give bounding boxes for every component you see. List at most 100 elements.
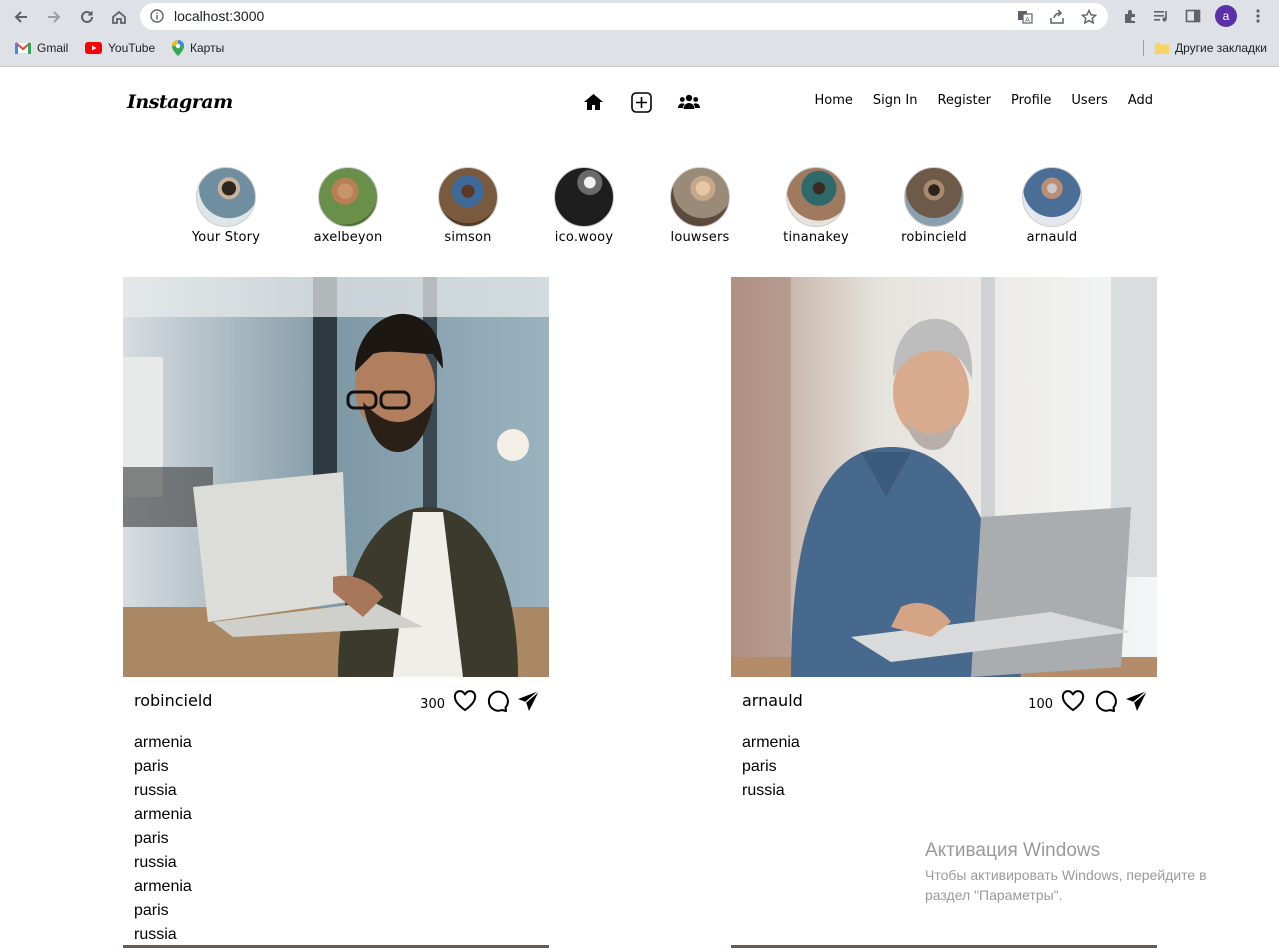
side-panel-icon[interactable] (1183, 6, 1203, 26)
post-tags: armenia paris russia armenia paris russi… (123, 731, 549, 947)
post-meta: robincield 300 (123, 677, 549, 721)
tag-item: paris (742, 758, 777, 775)
top-nav: Home Sign In Register Profile Users Add (815, 93, 1153, 108)
story-robincield[interactable]: robincield (884, 167, 984, 245)
header-icons (582, 91, 700, 113)
home-icon[interactable] (582, 91, 604, 113)
story-name: axelbeyon (313, 230, 383, 245)
post-author[interactable]: arnauld (742, 691, 803, 710)
post-photo[interactable] (731, 277, 1157, 677)
watermark-title: Активация Windows (925, 840, 1101, 861)
story-name: simson (444, 230, 492, 245)
tag-item: russia (134, 782, 177, 799)
story-avatar (904, 167, 964, 227)
bookmark-label: YouTube (108, 41, 156, 55)
story-arnauld[interactable]: arnauld (1002, 167, 1102, 245)
story-name: louwsers (670, 230, 730, 245)
youtube-icon (85, 42, 102, 54)
story-name: Your Story (191, 230, 261, 245)
browser-toolbar: localhost:3000 A a (0, 0, 1279, 33)
post-card: robincield 300 armenia paris russia arme… (123, 277, 549, 947)
home-button[interactable] (108, 6, 130, 28)
maps-icon (172, 40, 184, 56)
tag-item: armenia (742, 734, 800, 751)
story-your-story[interactable]: Your Story (176, 167, 276, 245)
heart-icon[interactable] (1061, 689, 1085, 712)
forward-button[interactable] (43, 6, 65, 28)
story-avatar (196, 167, 256, 227)
send-icon[interactable] (1125, 689, 1149, 712)
nav-users[interactable]: Users (1071, 93, 1107, 108)
tag-item: paris (134, 902, 169, 919)
info-icon[interactable] (150, 9, 164, 23)
stories-bar: Your Story axelbeyon simson ico.wooy lou… (0, 167, 1279, 257)
story-name: ico.wooy (554, 230, 614, 245)
story-avatar (1022, 167, 1082, 227)
bookmark-gmail[interactable]: Gmail (15, 40, 68, 56)
tag-item: russia (742, 782, 785, 799)
users-icon[interactable] (678, 91, 700, 113)
story-avatar (318, 167, 378, 227)
story-avatar (438, 167, 498, 227)
extensions-icon[interactable] (1120, 6, 1140, 26)
app-header: Instagram Home Sign In Register Profile … (123, 67, 1157, 137)
story-simson[interactable]: simson (418, 167, 518, 245)
like-count: 300 (420, 697, 445, 712)
tag-item: russia (134, 926, 177, 943)
tag-item: armenia (134, 806, 192, 823)
svg-text:A: A (1025, 16, 1030, 24)
bookmark-maps[interactable]: Карты (172, 40, 224, 56)
story-ico-wooy[interactable]: ico.wooy (534, 167, 634, 245)
tag-item: armenia (134, 734, 192, 751)
bookmark-label: Gmail (37, 41, 69, 55)
media-control-icon[interactable] (1151, 6, 1171, 26)
gmail-icon (15, 42, 31, 54)
translate-icon[interactable]: A (1016, 8, 1034, 26)
add-post-icon[interactable] (630, 91, 652, 113)
post-meta: arnauld 100 (731, 677, 1157, 721)
post-author[interactable]: robincield (134, 691, 212, 710)
nav-register[interactable]: Register (937, 93, 991, 108)
address-bar[interactable]: localhost:3000 A (140, 3, 1108, 30)
post-actions: 300 (420, 689, 541, 712)
profile-avatar[interactable]: a (1215, 5, 1237, 27)
bookmarks-separator (1143, 40, 1144, 56)
watermark-line: раздел "Параметры". (925, 887, 1063, 903)
story-axelbeyon[interactable]: axelbeyon (298, 167, 398, 245)
bookmark-youtube[interactable]: YouTube (85, 40, 155, 56)
share-icon[interactable] (1048, 8, 1066, 26)
bookmarks-bar: Gmail YouTube Карты Другие закладки (0, 36, 1279, 60)
story-name: tinanakey (783, 230, 849, 245)
like-count: 100 (1028, 697, 1053, 712)
post-actions: 100 (1028, 689, 1149, 712)
bookmark-star-icon[interactable] (1080, 8, 1098, 26)
other-bookmarks-folder[interactable]: Другие закладки (1155, 40, 1267, 56)
menu-dots-icon[interactable] (1248, 6, 1268, 26)
browser-chrome: localhost:3000 A a Gmail YouTube Карты Д… (0, 0, 1279, 67)
watermark-line: Чтобы активировать Windows, перейдите в (925, 867, 1207, 883)
post-photo[interactable] (123, 277, 549, 677)
url-text[interactable]: localhost:3000 (174, 8, 264, 24)
comment-icon[interactable] (485, 690, 509, 712)
story-tinanakey[interactable]: tinanakey (766, 167, 866, 245)
nav-profile[interactable]: Profile (1011, 93, 1051, 108)
story-louwsers[interactable]: louwsers (650, 167, 750, 245)
tag-item: armenia (134, 878, 192, 895)
tag-item: paris (134, 830, 169, 847)
app-logo[interactable]: Instagram (127, 91, 233, 113)
heart-icon[interactable] (453, 689, 477, 712)
page-content: Instagram Home Sign In Register Profile … (0, 67, 1279, 948)
story-avatar (786, 167, 846, 227)
tag-item: paris (134, 758, 169, 775)
back-button[interactable] (10, 6, 32, 28)
story-name: arnauld (1026, 230, 1078, 245)
reload-button[interactable] (76, 6, 98, 28)
windows-activation-watermark: Активация Windows Чтобы активировать Win… (925, 840, 1207, 905)
nav-home[interactable]: Home (815, 93, 853, 108)
story-avatar (670, 167, 730, 227)
send-icon[interactable] (517, 689, 541, 712)
tag-item: russia (134, 854, 177, 871)
comment-icon[interactable] (1093, 690, 1117, 712)
nav-add[interactable]: Add (1128, 93, 1153, 108)
nav-sign-in[interactable]: Sign In (873, 93, 918, 108)
